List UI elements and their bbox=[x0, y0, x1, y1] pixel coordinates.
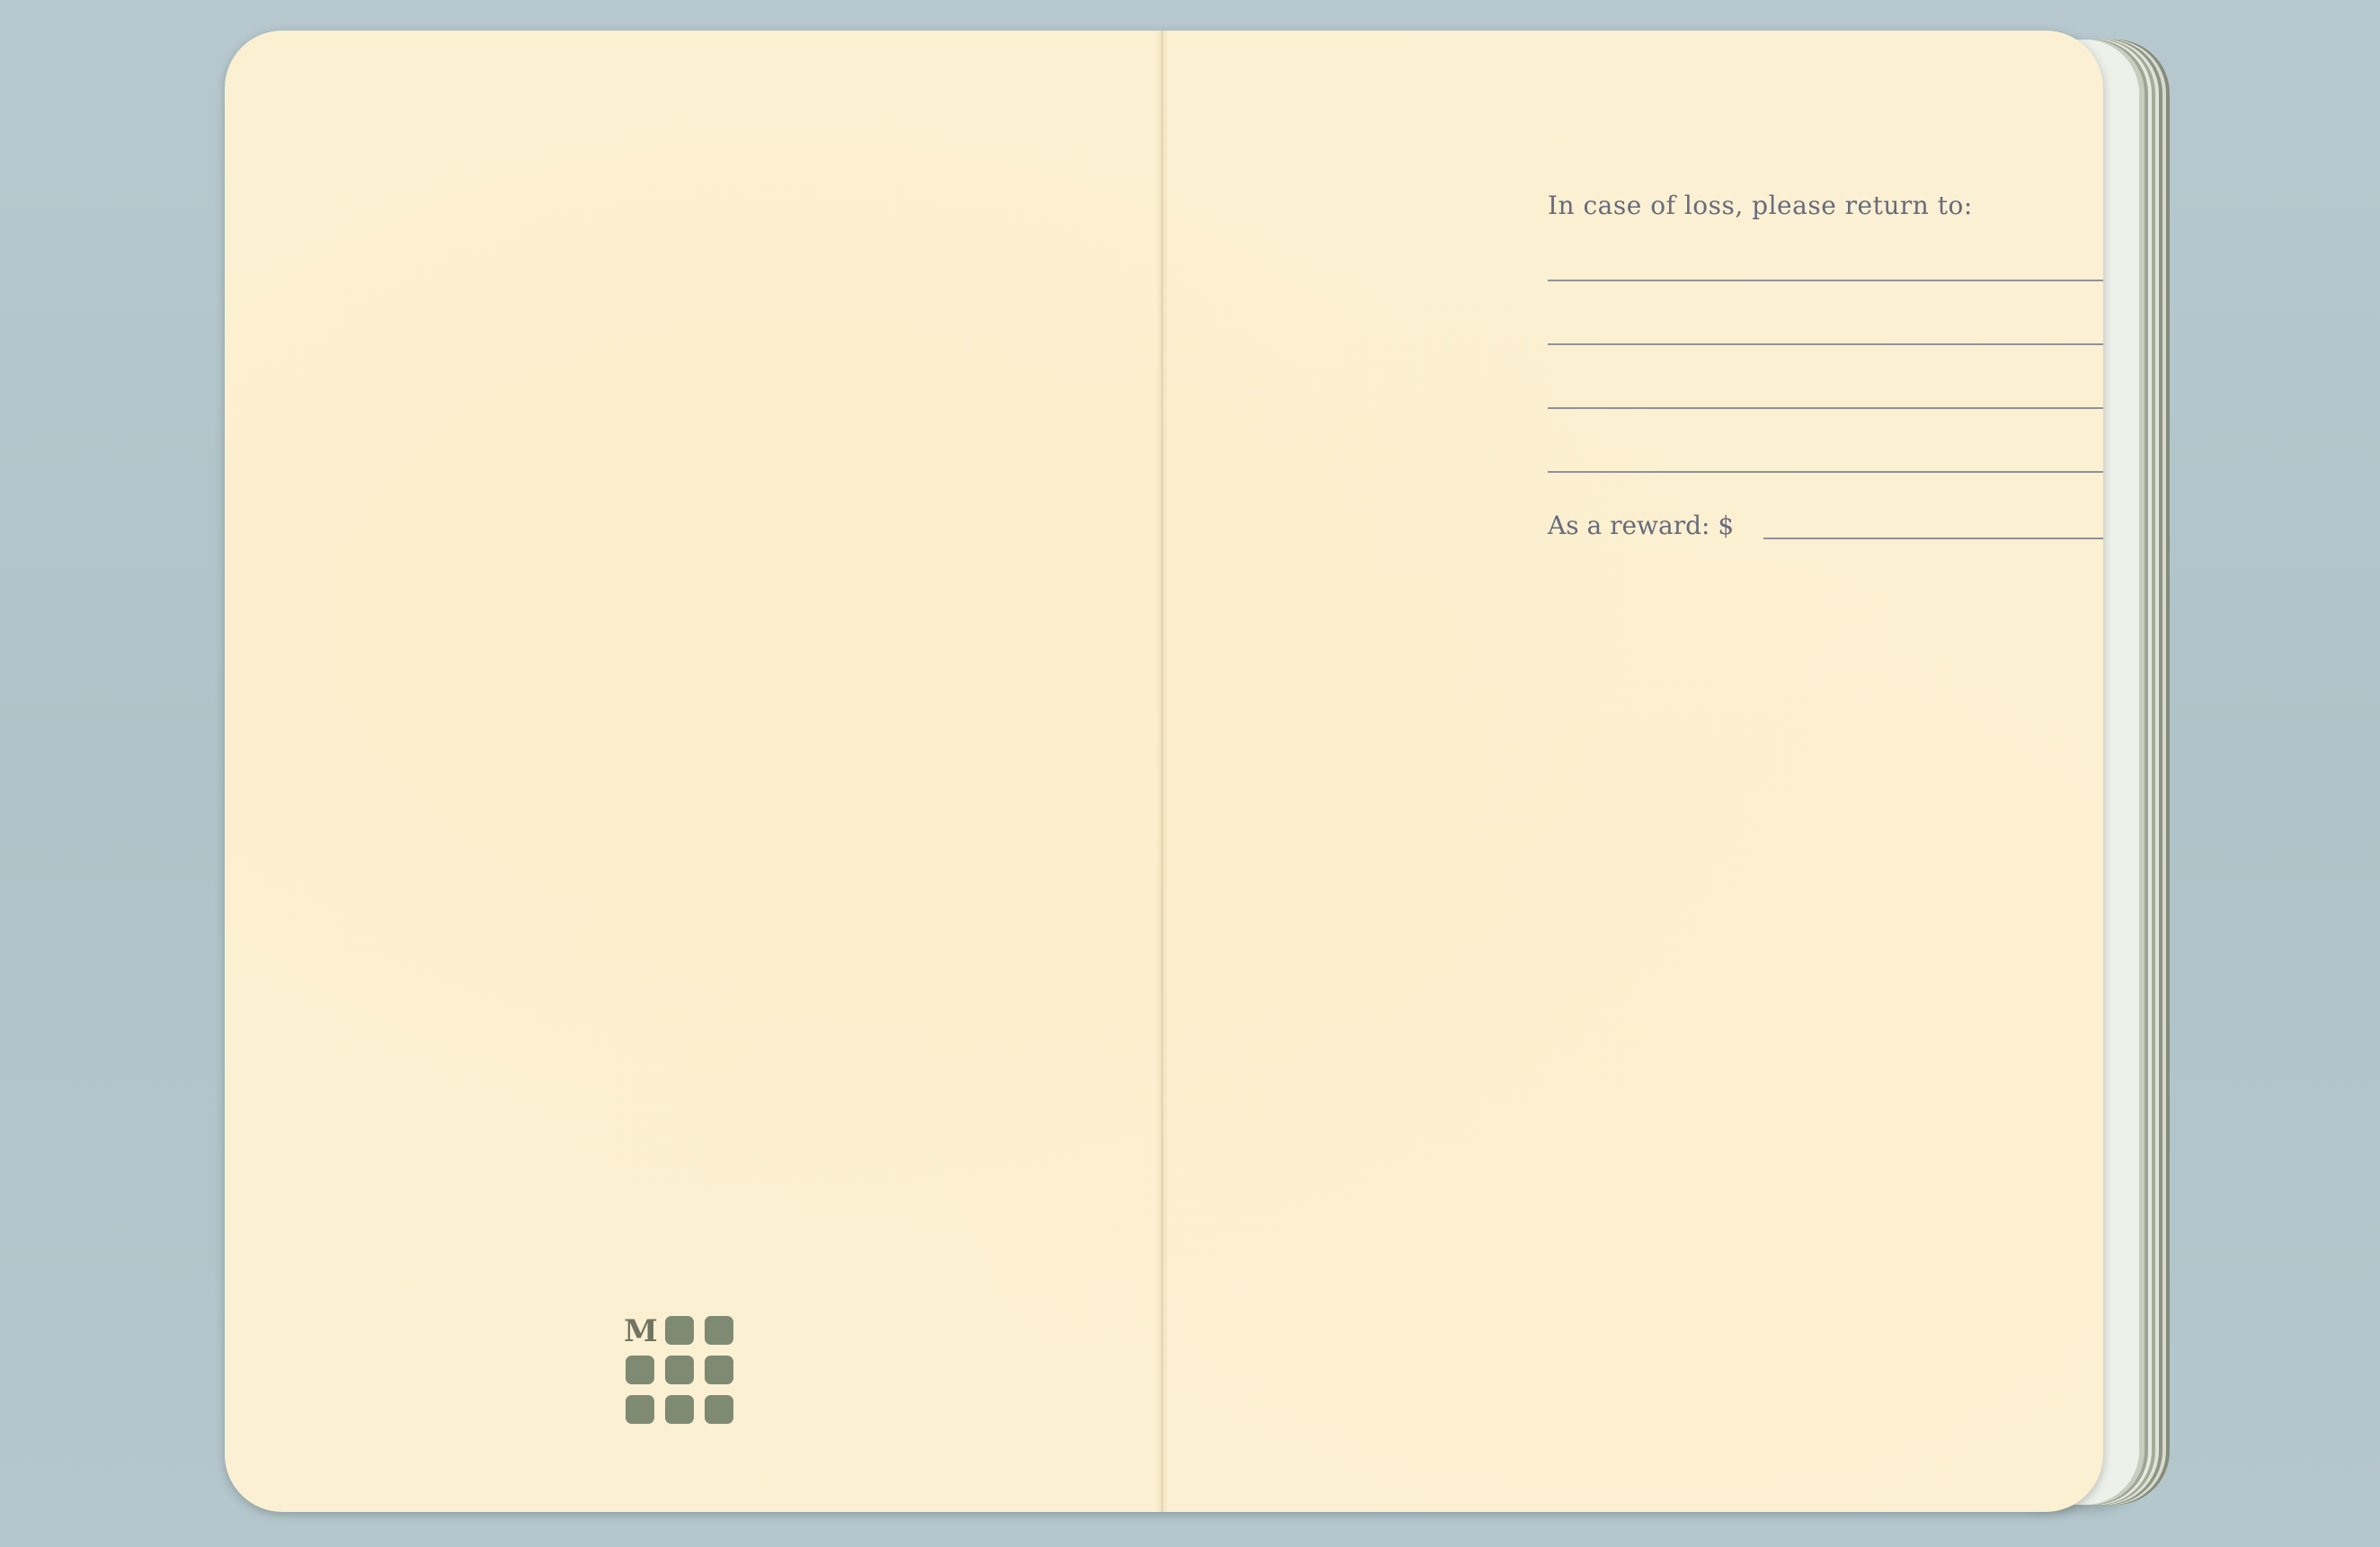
logo-letter: M bbox=[624, 1313, 658, 1349]
reward-label: As a reward: $ bbox=[1548, 511, 1735, 540]
open-notebook: M In case of loss, please return to: As … bbox=[225, 31, 2103, 1512]
reward-amount-line[interactable] bbox=[1763, 538, 2103, 539]
logo-square bbox=[665, 1356, 694, 1384]
reward-row: As a reward: $ bbox=[1548, 511, 2103, 547]
address-line[interactable] bbox=[1548, 280, 2103, 281]
logo-square bbox=[665, 1316, 694, 1345]
logo-square bbox=[705, 1395, 733, 1424]
moleskine-logo-icon: M bbox=[624, 1314, 741, 1431]
right-page: In case of loss, please return to: As a … bbox=[1161, 31, 2103, 1512]
logo-square bbox=[626, 1356, 654, 1384]
left-page: M bbox=[225, 31, 1161, 1512]
address-line[interactable] bbox=[1548, 407, 2103, 409]
address-line[interactable] bbox=[1548, 471, 2103, 473]
address-line[interactable] bbox=[1548, 343, 2103, 345]
return-instruction: In case of loss, please return to: bbox=[1548, 191, 1973, 220]
logo-square bbox=[626, 1395, 654, 1424]
logo-square bbox=[705, 1316, 733, 1345]
background: M In case of loss, please return to: As … bbox=[0, 0, 2380, 1547]
logo-square bbox=[665, 1395, 694, 1424]
logo-square bbox=[705, 1356, 733, 1384]
